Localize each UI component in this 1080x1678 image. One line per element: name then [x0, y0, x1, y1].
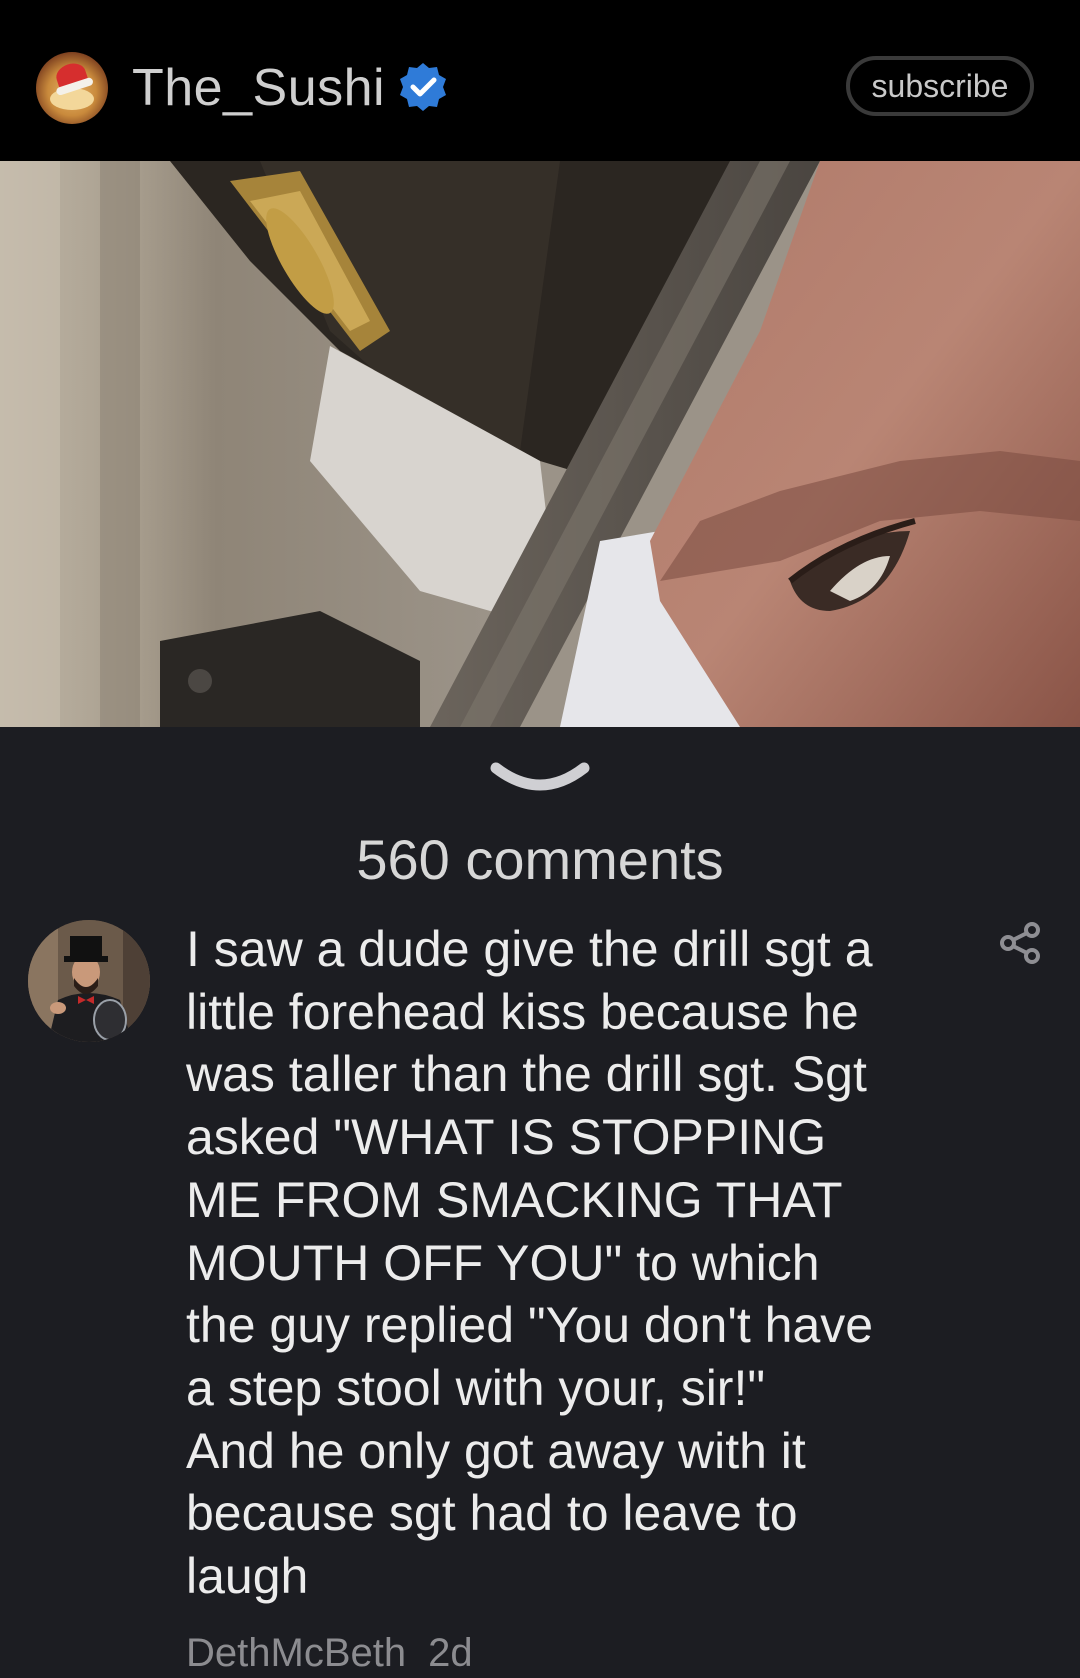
commenter-avatar-image	[28, 920, 150, 1042]
verified-badge-icon	[400, 63, 446, 111]
avatar-santa-hat-shape	[53, 59, 89, 91]
channel-avatar[interactable]	[36, 52, 108, 124]
comment-text: I saw a dude give the drill sgt a little…	[186, 921, 874, 1605]
commenter-avatar[interactable]	[28, 920, 150, 1042]
post-photo	[0, 161, 1080, 727]
comment-author[interactable]: DethMcBeth	[186, 1631, 406, 1675]
chevron-down-icon[interactable]	[488, 760, 592, 796]
channel-header: The_Sushi subscribe	[0, 0, 1080, 161]
share-icon[interactable]	[1000, 922, 1040, 964]
comment-meta: DethMcBeth 2d	[186, 1628, 473, 1678]
channel-name[interactable]: The_Sushi	[132, 56, 385, 120]
comments-count: 560 comments	[356, 828, 724, 891]
post-image[interactable]	[0, 161, 1080, 727]
subscribe-button[interactable]: subscribe	[846, 56, 1034, 116]
comment-timestamp: 2d	[428, 1631, 473, 1675]
